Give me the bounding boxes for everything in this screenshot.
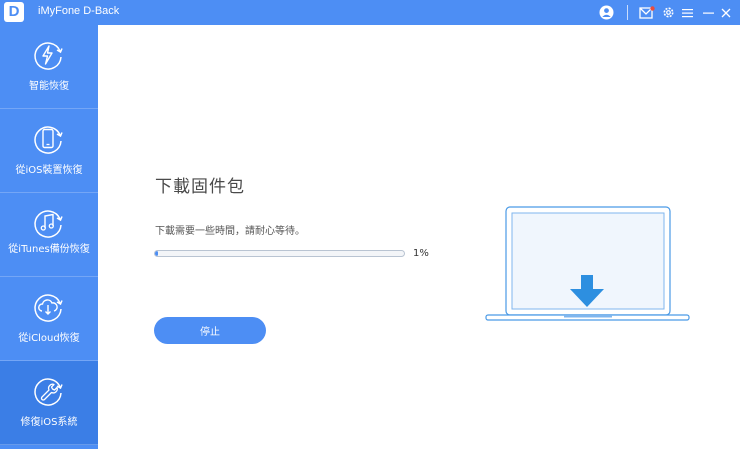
sidebar-item-smart-recovery[interactable]: 智能恢復 xyxy=(0,25,98,109)
music-icon xyxy=(34,210,63,238)
account-icon[interactable] xyxy=(597,0,615,25)
close-icon[interactable] xyxy=(718,0,734,25)
main-content: 下載固件包 下載需要一些時間，請耐心等待。 1% 停止 xyxy=(98,25,740,449)
lightning-icon xyxy=(34,42,63,70)
progress-bar-fill xyxy=(155,251,158,256)
phone-icon xyxy=(34,126,63,154)
sidebar-item-label: 從iCloud恢復 xyxy=(18,333,80,344)
sidebar-item-label: 修復iOS系統 xyxy=(20,417,78,428)
status-message: 下載需要一些時間，請耐心等待。 xyxy=(155,226,305,237)
titlebar-divider xyxy=(627,5,628,20)
sidebar: 智能恢復 從iOS裝置恢復 從iTunes備份恢復 從iCloud恢復 修復iO… xyxy=(0,25,98,449)
sidebar-item-icloud[interactable]: 從iCloud恢復 xyxy=(0,277,98,361)
stop-button[interactable]: 停止 xyxy=(154,317,266,344)
sidebar-item-label: 智能恢復 xyxy=(29,81,69,92)
notification-dot xyxy=(650,5,655,11)
page-title: 下載固件包 xyxy=(155,177,245,197)
sidebar-item-label: 從iOS裝置恢復 xyxy=(15,165,83,176)
settings-icon[interactable] xyxy=(659,0,677,25)
sidebar-item-itunes-backup[interactable]: 從iTunes備份恢復 xyxy=(0,193,98,277)
laptop-download-icon xyxy=(485,206,690,321)
wrench-icon xyxy=(34,378,63,406)
sidebar-item-label: 從iTunes備份恢復 xyxy=(8,244,90,255)
title-bar: D iMyFone D-Back xyxy=(0,0,740,25)
menu-icon[interactable] xyxy=(679,0,695,25)
sidebar-item-ios-device[interactable]: 從iOS裝置恢復 xyxy=(0,109,98,193)
app-logo: D xyxy=(4,2,24,22)
mail-icon[interactable] xyxy=(638,0,656,25)
cloud-download-icon xyxy=(34,294,63,322)
progress-percentage: 1% xyxy=(413,248,429,259)
minimize-icon[interactable] xyxy=(700,0,716,25)
progress-bar xyxy=(154,250,405,257)
app-title: iMyFone D-Back xyxy=(38,5,120,17)
sidebar-item-repair-ios[interactable]: 修復iOS系統 xyxy=(0,361,98,445)
